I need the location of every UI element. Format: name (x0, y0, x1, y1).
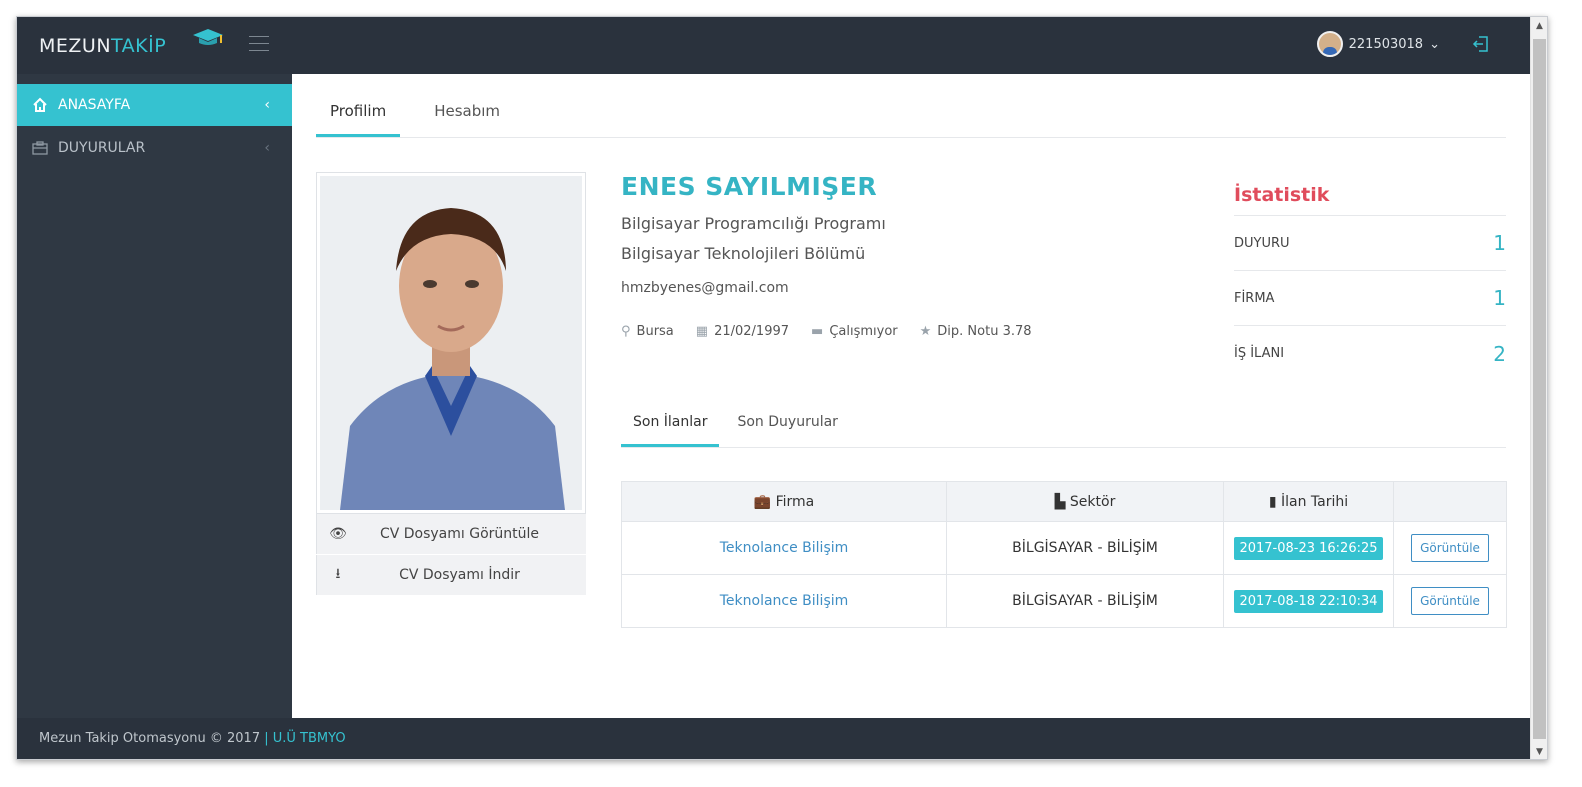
profile-city: ⚲ Bursa (621, 324, 674, 339)
gpa-value: Dip. Notu 3.78 (937, 324, 1032, 339)
stat-value: 1 (1493, 231, 1506, 255)
cell-tarih: 2017-08-18 22:10:34 (1223, 574, 1394, 628)
chevron-left-icon: ‹ (264, 140, 270, 156)
user-menu[interactable]: 221503018 ⌄ (1316, 31, 1440, 57)
tab-profilim[interactable]: Profilim (316, 92, 401, 137)
app-window: MEZUNTAKİP 221503018 ⌄ ANASAYFA ‹ DUYURU… (16, 16, 1548, 760)
date-badge: 2017-08-23 16:26:25 (1234, 536, 1383, 560)
profile-portrait-image (320, 176, 582, 510)
profile-department: Bilgisayar Teknolojileri Bölümü (621, 244, 866, 263)
footer-text: Mezun Takip Otomasyonu © 2017 (39, 731, 261, 746)
profile-gpa: ★ Dip. Notu 3.78 (920, 324, 1032, 339)
sidebar-item-label: ANASAYFA (58, 97, 131, 113)
birthdate-value: 21/02/1997 (714, 324, 790, 339)
footer-separator: | (264, 731, 269, 746)
profile-birthdate: ▦ 21/02/1997 (696, 324, 789, 339)
stat-row-is-ilani: İŞ İLANI 2 (1234, 326, 1506, 381)
footer: Mezun Takip Otomasyonu © 2017 | U.Ü TBMY… (17, 718, 1530, 759)
vertical-scrollbar[interactable]: ▲ ▼ (1530, 17, 1547, 759)
sidebar-item-label: DUYURULAR (58, 140, 146, 156)
footer-link[interactable]: U.Ü TBMYO (273, 731, 346, 746)
header-label: Sektör (1069, 493, 1116, 510)
profile-meta: ⚲ Bursa ▦ 21/02/1997 ▬ Çalışmıyor ★ Dip. Not… (621, 324, 1032, 339)
profile-name: ENES SAYILMIŞER (621, 172, 878, 201)
star-icon: ★ (919, 324, 932, 339)
stat-value: 1 (1493, 286, 1506, 310)
cell-action: Görüntüle (1393, 521, 1507, 575)
avatar (1316, 31, 1343, 57)
listing-tabs: Son İlanlar Son Duyurular (621, 404, 1506, 448)
view-listing-button[interactable]: Görüntüle (1411, 534, 1489, 562)
profile-work-status: ▬ Çalışmıyor (811, 324, 898, 339)
table-header-row: 💼 Firma ▙ Sektör ▮ İlan Tarihi (621, 481, 1507, 522)
profile-photo (316, 172, 586, 514)
cell-firma[interactable]: Teknolance Bilişim (621, 521, 947, 575)
column-header-ilan-tarihi[interactable]: ▮ İlan Tarihi (1223, 481, 1394, 522)
stats-panel: İstatistik DUYURU 1 FİRMA 1 İŞ İLANI 2 (1234, 172, 1506, 381)
briefcase-icon (32, 141, 48, 155)
main-content: Profilim Hesabım 👁 CV Dosyamı Görüntüle … (292, 74, 1530, 718)
stat-label: İŞ İLANI (1234, 346, 1285, 361)
date-badge: 2017-08-18 22:10:34 (1234, 589, 1383, 613)
tab-hesabim[interactable]: Hesabım (420, 92, 514, 137)
calendar-icon: ▦ (695, 324, 709, 339)
sidebar-item-duyurular[interactable]: DUYURULAR ‹ (17, 126, 292, 170)
logo-text-accent: TAKİP (111, 35, 167, 57)
top-navbar: MEZUNTAKİP 221503018 ⌄ (17, 17, 1530, 74)
app-logo[interactable]: MEZUNTAKİP (39, 35, 166, 57)
stats-title: İstatistik (1234, 172, 1506, 216)
scroll-thumb[interactable] (1533, 39, 1546, 739)
sidebar: ANASAYFA ‹ DUYURULAR ‹ (17, 74, 304, 718)
tab-son-ilanlar[interactable]: Son İlanlar (621, 404, 720, 447)
briefcase-icon: ▬ (811, 324, 824, 339)
column-header-actions (1393, 481, 1507, 522)
menu-toggle-icon[interactable] (249, 36, 269, 52)
cv-download-button[interactable]: ⭳ CV Dosyamı İndir (316, 555, 586, 595)
city-value: Bursa (636, 324, 674, 339)
cell-sektor: BİLGİSAYAR - BİLİŞİM (946, 574, 1224, 628)
logout-icon[interactable] (1472, 35, 1490, 53)
stat-row-duyuru: DUYURU 1 (1234, 216, 1506, 271)
cell-tarih: 2017-08-23 16:26:25 (1223, 521, 1394, 575)
stat-label: FİRMA (1234, 290, 1275, 306)
stat-row-firma: FİRMA 1 (1234, 271, 1506, 326)
cv-view-label: CV Dosyamı Görüntüle (379, 526, 540, 542)
briefcase-icon: 💼 (753, 493, 772, 510)
cell-sektor: BİLGİSAYAR - BİLİŞİM (946, 521, 1224, 575)
tab-son-duyurular[interactable]: Son Duyurular (725, 404, 849, 447)
eye-icon: 👁 (329, 526, 347, 542)
header-label: Firma (775, 493, 815, 510)
profile-tabs: Profilim Hesabım (316, 92, 1506, 138)
header-label: İlan Tarihi (1281, 493, 1349, 510)
table-row: Teknolance Bilişim BİLGİSAYAR - BİLİŞİM … (621, 574, 1507, 628)
cell-action: Görüntüle (1393, 574, 1507, 628)
bookmark-icon: ▮ (1268, 493, 1277, 510)
listings-table: 💼 Firma ▙ Sektör ▮ İlan Tarihi Teknolanc… (621, 481, 1507, 628)
username-label: 221503018 (1348, 36, 1424, 52)
industry-icon: ▙ (1054, 493, 1066, 510)
stat-label: DUYURU (1234, 235, 1290, 251)
cv-download-label: CV Dosyamı İndir (399, 567, 520, 583)
home-icon (33, 97, 47, 112)
column-header-sektor[interactable]: ▙ Sektör (946, 481, 1224, 522)
profile-email: hmzbyenes@gmail.com (621, 280, 789, 296)
scroll-up-arrow-icon[interactable]: ▲ (1531, 17, 1547, 35)
chevron-down-icon: ⌄ (1429, 36, 1440, 52)
work-status-value: Çalışmıyor (829, 324, 898, 339)
map-marker-icon: ⚲ (621, 324, 631, 339)
download-icon: ⭳ (335, 566, 341, 582)
stat-value: 2 (1493, 341, 1506, 366)
logo-text-primary: MEZUN (39, 35, 112, 57)
cv-view-button[interactable]: 👁 CV Dosyamı Görüntüle (316, 514, 586, 554)
view-listing-button[interactable]: Görüntüle (1411, 587, 1489, 615)
table-row: Teknolance Bilişim BİLGİSAYAR - BİLİŞİM … (621, 521, 1507, 575)
sidebar-item-anasayfa[interactable]: ANASAYFA ‹ (17, 84, 304, 126)
profile-program: Bilgisayar Programcılığı Programı (621, 214, 886, 233)
scroll-down-arrow-icon[interactable]: ▼ (1531, 743, 1547, 759)
cell-firma[interactable]: Teknolance Bilişim (621, 574, 947, 628)
graduation-cap-icon (193, 29, 223, 45)
column-header-firma[interactable]: 💼 Firma (621, 481, 947, 522)
chevron-left-icon: ‹ (264, 97, 270, 113)
